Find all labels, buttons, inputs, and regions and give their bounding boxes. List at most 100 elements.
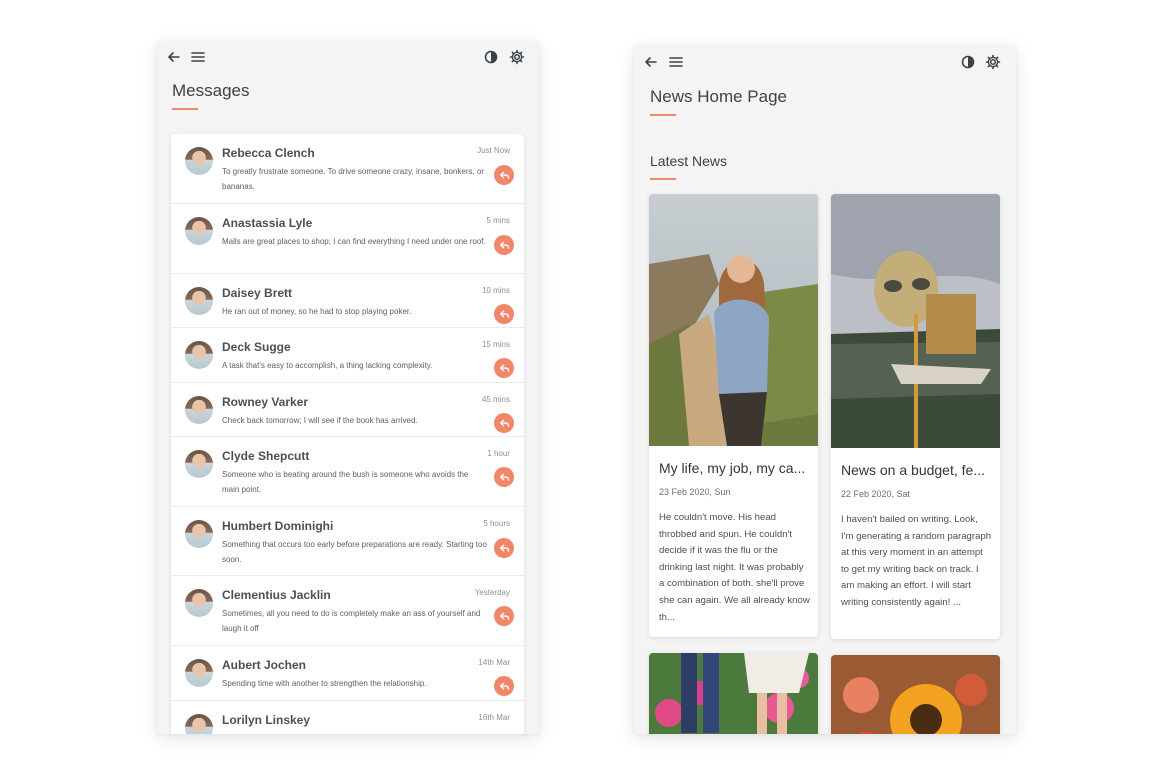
message-item[interactable]: Daisey Brett 10 mins He ran out of money… xyxy=(171,274,524,328)
message-item[interactable]: Lorilyn Linskey 16th Mar xyxy=(171,701,524,734)
article-image xyxy=(649,194,818,446)
page-title: News Home Page xyxy=(650,87,788,106)
reply-button[interactable] xyxy=(494,413,514,433)
arrow-left-icon[interactable] xyxy=(165,48,183,66)
message-item[interactable]: Rowney Varker 45 mins Check back tomorro… xyxy=(171,383,524,437)
contrast-icon[interactable] xyxy=(959,53,977,71)
message-preview: He ran out of money, so he had to stop p… xyxy=(222,307,412,316)
message-preview: Sometimes, all you need to do is complet… xyxy=(222,609,481,633)
section-title: Latest News xyxy=(650,153,728,169)
reply-button[interactable] xyxy=(494,235,514,255)
message-item[interactable]: Humbert Dominighi 5 hours Something that… xyxy=(171,507,524,576)
reply-button[interactable] xyxy=(494,358,514,378)
sender-name: Daisey Brett xyxy=(222,286,293,300)
title-underline xyxy=(650,114,676,116)
reply-button[interactable] xyxy=(494,304,514,324)
sender-name: Rebecca Clench xyxy=(222,146,315,160)
messages-screen: Messages Rebecca Clench Just Now To grea… xyxy=(157,42,539,734)
message-preview: To greatly frustrate someone. To drive s… xyxy=(222,167,485,191)
article-image xyxy=(649,653,818,734)
message-time: 5 mins xyxy=(486,216,510,225)
message-list: Rebecca Clench Just Now To greatly frust… xyxy=(171,134,524,734)
reply-button[interactable] xyxy=(494,538,514,558)
article-excerpt: I haven't bailed on writing. Look, I'm g… xyxy=(841,514,992,608)
message-time: 45 mins xyxy=(481,395,510,404)
avatar xyxy=(185,659,213,687)
avatar xyxy=(185,287,213,315)
sender-name: Humbert Dominighi xyxy=(222,519,334,533)
article-image xyxy=(831,655,1000,734)
reply-icon xyxy=(499,473,509,481)
reply-button[interactable] xyxy=(494,467,514,487)
reply-button[interactable] xyxy=(494,606,514,626)
avatar xyxy=(185,714,213,734)
reply-icon xyxy=(499,544,509,552)
gear-icon[interactable] xyxy=(984,53,1002,71)
news-card[interactable] xyxy=(831,655,1000,734)
message-item[interactable]: Aubert Jochen 14th Mar Spending time wit… xyxy=(171,646,524,701)
reply-button[interactable] xyxy=(494,165,514,185)
message-time: Just Now xyxy=(477,146,510,155)
avatar xyxy=(185,217,213,245)
reply-button[interactable] xyxy=(494,676,514,696)
sender-name: Clyde Shepcutt xyxy=(222,449,310,463)
page-title: Messages xyxy=(172,81,250,100)
title-underline xyxy=(172,108,198,110)
arrow-left-icon[interactable] xyxy=(642,53,660,71)
message-item[interactable]: Clementius Jacklin Yesterday Sometimes, … xyxy=(171,576,524,646)
sender-name: Aubert Jochen xyxy=(222,658,307,672)
avatar xyxy=(185,396,213,424)
sender-name: Deck Sugge xyxy=(222,340,291,354)
message-preview: Malls are great places to shop; I can fi… xyxy=(222,237,486,246)
article-excerpt: He couldn't move. His head throbbed and … xyxy=(659,512,810,623)
contrast-icon[interactable] xyxy=(482,48,500,66)
message-time: 10 mins xyxy=(481,286,510,295)
message-time: 16th Mar xyxy=(478,713,510,722)
avatar xyxy=(185,589,213,617)
sender-name: Rowney Varker xyxy=(222,395,309,409)
section-underline xyxy=(650,178,676,180)
reply-icon xyxy=(499,241,509,249)
message-time: 1 hour xyxy=(487,449,510,458)
reply-icon xyxy=(499,612,509,620)
sender-name: Lorilyn Linskey xyxy=(222,713,311,727)
article-date: 23 Feb 2020, Sun xyxy=(659,487,731,497)
message-item[interactable]: Anastassia Lyle 5 mins Malls are great p… xyxy=(171,204,524,274)
message-time: 15 mins xyxy=(481,340,510,349)
sender-name: Anastassia Lyle xyxy=(222,216,313,230)
message-preview: Check back tomorrow; I will see if the b… xyxy=(222,416,418,425)
hamburger-menu-icon[interactable] xyxy=(667,53,685,71)
article-image xyxy=(831,194,1000,448)
news-card[interactable]: News on a budget, fe... 22 Feb 2020, Sat… xyxy=(831,194,1000,639)
article-title[interactable]: News on a budget, fe... xyxy=(841,462,992,478)
message-preview: Someone who is beating around the bush i… xyxy=(222,470,469,494)
gear-icon[interactable] xyxy=(508,48,526,66)
avatar xyxy=(185,450,213,478)
article-date: 22 Feb 2020, Sat xyxy=(841,489,911,499)
top-bar xyxy=(634,46,1016,76)
reply-icon xyxy=(499,364,509,372)
message-item[interactable]: Deck Sugge 15 mins A task that's easy to… xyxy=(171,328,524,383)
top-bar xyxy=(157,42,539,72)
news-card[interactable] xyxy=(649,653,818,734)
message-preview: Spending time with another to strengthen… xyxy=(222,679,427,688)
article-title[interactable]: My life, my job, my ca... xyxy=(659,460,810,476)
avatar xyxy=(185,147,213,175)
news-card[interactable]: My life, my job, my ca... 23 Feb 2020, S… xyxy=(649,194,818,637)
message-time: 14th Mar xyxy=(478,658,510,667)
reply-icon xyxy=(499,310,509,318)
sender-name: Clementius Jacklin xyxy=(222,588,331,602)
message-preview: Something that occurs too early before p… xyxy=(222,540,487,564)
message-preview: A task that's easy to accomplish, a thin… xyxy=(222,361,433,370)
hamburger-menu-icon[interactable] xyxy=(189,48,207,66)
avatar xyxy=(185,520,213,548)
reply-icon xyxy=(499,419,509,427)
message-time: Yesterday xyxy=(474,588,510,597)
reply-icon xyxy=(499,171,509,179)
message-item[interactable]: Clyde Shepcutt 1 hour Someone who is bea… xyxy=(171,437,524,507)
news-screen: News Home Page Latest News My life, my j… xyxy=(634,46,1016,734)
message-time: 5 hours xyxy=(483,519,510,528)
avatar xyxy=(185,341,213,369)
reply-icon xyxy=(499,682,509,690)
message-item[interactable]: Rebecca Clench Just Now To greatly frust… xyxy=(171,134,524,204)
